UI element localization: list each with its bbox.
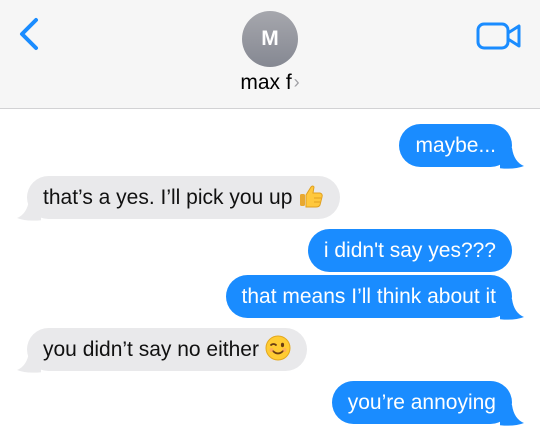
message-text: i didn't say yes??? — [323, 239, 496, 262]
received-message-bubble[interactable]: that’s a yes. I’ll pick you up — [27, 176, 341, 219]
video-camera-icon[interactable] — [476, 20, 522, 52]
message-text: that means I’ll think about it — [241, 285, 496, 308]
thumbs-up-icon — [300, 185, 324, 208]
bubble-tail — [500, 148, 524, 169]
sent-message-bubble[interactable]: that means I’ll think about it — [225, 275, 512, 318]
sent-message-bubble[interactable]: maybe... — [399, 124, 512, 167]
contact-name-button[interactable]: max f › — [0, 70, 540, 95]
message-text: you didn’t say no either — [43, 338, 259, 361]
sent-message-bubble[interactable]: i didn't say yes??? — [307, 229, 512, 272]
back-chevron-icon[interactable] — [14, 14, 46, 54]
message-text: you’re annoying — [347, 391, 496, 414]
chevron-right-icon: › — [293, 72, 300, 92]
conversation-header: M max f › — [0, 0, 540, 109]
message-text: that’s a yes. I’ll pick you up — [43, 186, 293, 209]
bubble-tail — [17, 352, 41, 373]
bubble-tail — [500, 405, 524, 426]
bubble-tail — [17, 200, 41, 221]
received-message-bubble[interactable]: you didn’t say no either — [27, 328, 307, 371]
sent-message-bubble[interactable]: you’re annoying — [331, 381, 512, 424]
contact-name: max f — [240, 71, 292, 94]
avatar[interactable]: M — [242, 11, 298, 67]
winking-face-icon — [265, 335, 291, 361]
message-text: maybe... — [415, 134, 496, 157]
bubble-tail — [500, 299, 524, 320]
